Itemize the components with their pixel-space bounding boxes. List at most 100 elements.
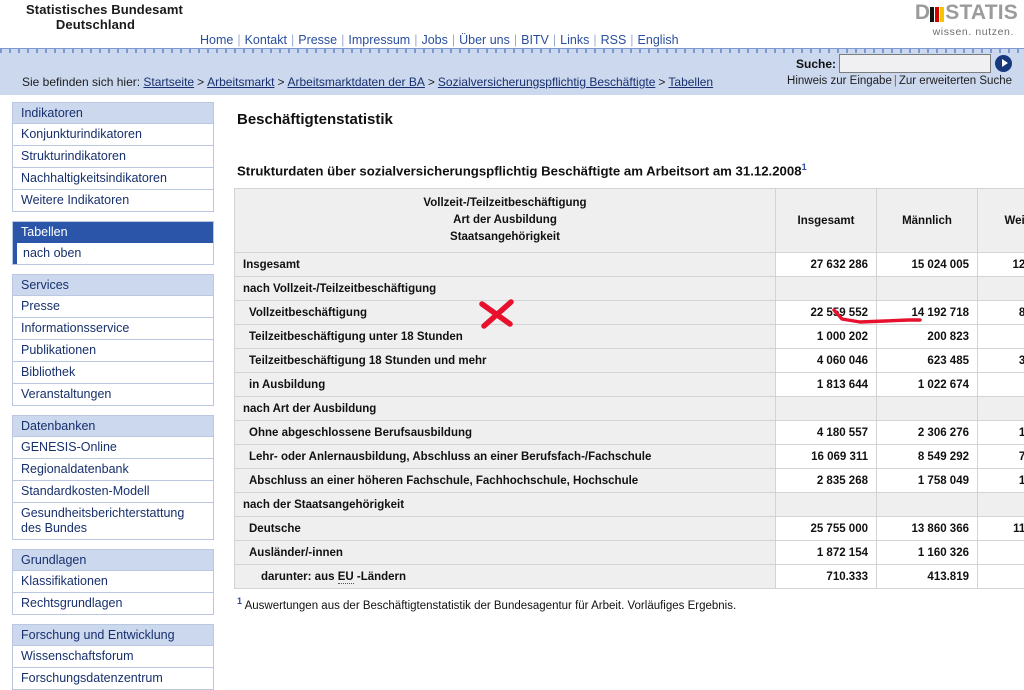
topnav-item-impressum[interactable]: Impressum: [348, 33, 410, 47]
page-root: Statistisches Bundesamt Deutschland Home…: [0, 0, 1024, 690]
table-row: Teilzeitbeschäftigung unter 18 Stunden 1 …: [234, 324, 1024, 350]
topnav-item-links[interactable]: Links: [560, 33, 589, 47]
sidebar-group-services: Services Presse Informationsservice Publika…: [12, 274, 214, 406]
sidebar-group-header-2[interactable]: Services: [13, 275, 213, 296]
row-value-empty: [775, 396, 877, 422]
sidebar-item-konjunkturindikatoren[interactable]: Konjunkturindikatoren: [13, 124, 213, 146]
topnav-item-jobs[interactable]: Jobs: [421, 33, 447, 47]
table-row: Insgesamt27 632 28615 024 00512 608 281: [234, 252, 1024, 278]
sidebar-item-nach-oben[interactable]: nach oben: [13, 243, 213, 265]
advanced-search-link[interactable]: Zur erweiterten Suche: [899, 75, 1012, 87]
sidebar-item-wissenschaftsforum[interactable]: Wissenschaftsforum: [13, 646, 213, 668]
breadcrumb[interactable]: Sie befinden sich hier: Startseite > Arbei…: [22, 75, 713, 89]
table-head: Vollzeit-/Teilzeitbeschäftigung Art der A…: [234, 188, 1024, 254]
row-value: 623 485: [876, 348, 978, 374]
topnav-item-rss[interactable]: RSS: [601, 33, 627, 47]
row-value: 25 755 000: [775, 516, 877, 542]
sidebar-item-weitere-indikatoren[interactable]: Weitere Indikatoren: [13, 190, 213, 212]
sidebar-group-header-1[interactable]: Tabellen: [13, 222, 213, 243]
nav-separator: |: [630, 33, 634, 47]
table-title: Strukturdaten über sozialversicherungspf…: [237, 162, 1012, 178]
row-label: Insgesamt: [234, 252, 776, 278]
breadcrumb-link-1[interactable]: Arbeitsmarkt: [207, 75, 274, 89]
top-navigation[interactable]: Home | Kontakt | Presse | Impressum | Jobs | Über …: [200, 33, 679, 47]
sidebar-item-presse[interactable]: Presse: [13, 296, 213, 318]
search-hint-link[interactable]: Hinweis zur Eingabe: [787, 75, 892, 87]
row-value-empty: [977, 396, 1024, 422]
sidebar-group-grundlagen: Grundlagen Klassifikationen Rechtsgrundlag…: [12, 549, 214, 615]
row-value-empty: [876, 396, 978, 422]
topnav-item-kontakt[interactable]: Kontakt: [245, 33, 287, 47]
row-value: 8 549 292: [876, 444, 978, 470]
sidebar-item-gesundheitsberichterstattung-des-bundes[interactable]: Gesundheitsberichterstattung des Bundes: [13, 503, 213, 540]
row-value: 11 894 634: [977, 516, 1024, 542]
sidebar-item-informationsservice[interactable]: Informationsservice: [13, 318, 213, 340]
table-row: nach der Staatsangehörigkeit: [234, 492, 1024, 518]
row-value: 4 060 046: [775, 348, 877, 374]
row-value: 16 069 311: [775, 444, 877, 470]
sidebar-item-bibliothek[interactable]: Bibliothek: [13, 362, 213, 384]
breadcrumb-separator: >: [658, 75, 666, 89]
abbreviation: EU: [337, 570, 354, 584]
sidebar-group-header-3[interactable]: Datenbanken: [13, 416, 213, 437]
sidebar-item-genesis-online[interactable]: GENESIS-Online: [13, 437, 213, 459]
topnav-item--ber-uns[interactable]: Über uns: [459, 33, 510, 47]
row-value: 711 828: [977, 540, 1024, 566]
german-flag-icon: [930, 3, 945, 25]
breadcrumb-link-4[interactable]: Tabellen: [668, 75, 713, 89]
row-value: 1 022 674: [876, 372, 978, 398]
sidebar-group-forschung-und-entwicklung: Forschung und Entwicklung Wissenschaftsfo…: [12, 624, 214, 690]
site-header: Statistisches Bundesamt Deutschland Home…: [0, 0, 1024, 48]
search-input[interactable]: [839, 54, 991, 73]
breadcrumb-search-band: Sie befinden sich hier: Startseite > Arbei…: [0, 48, 1024, 96]
sidebar-group-header-4[interactable]: Grundlagen: [13, 550, 213, 571]
sidebar-item-forschungsdatenzentrum[interactable]: Forschungsdatenzentrum: [13, 668, 213, 690]
row-value: 413.819: [876, 564, 978, 590]
breadcrumb-prefix: Sie befinden sich hier:: [22, 75, 144, 89]
sidebar-item-regionaldatenbank[interactable]: Regionaldatenbank: [13, 459, 213, 481]
nav-separator: |: [552, 33, 557, 47]
row-value: 2 835 268: [775, 468, 877, 494]
topnav-item-home[interactable]: Home: [200, 33, 233, 47]
row-value: 790 970: [977, 372, 1024, 398]
breadcrumb-separator: >: [277, 75, 285, 89]
sidebar-navigation[interactable]: Indikatoren Konjunkturindikatoren Struktur…: [12, 102, 214, 690]
table-row: nach Vollzeit-/Teilzeitbeschäftigung: [234, 276, 1024, 302]
breadcrumb-link-3[interactable]: Sozialversicherungspflichtig Beschäftigt…: [438, 75, 655, 89]
table-title-text: Strukturdaten über sozialversicherungspf…: [237, 163, 802, 179]
sidebar-item-veranstaltungen[interactable]: Veranstaltungen: [13, 384, 213, 406]
breadcrumb-separator: >: [197, 75, 205, 89]
nav-separator: |: [237, 33, 241, 47]
sidebar-item-klassifikationen[interactable]: Klassifikationen: [13, 571, 213, 593]
row-value-empty: [775, 276, 877, 302]
column-header-male: Männlich: [876, 188, 978, 254]
search-box[interactable]: Suche:: [796, 54, 1012, 73]
column-header-line-0: Vollzeit-/Teilzeitbeschäftigung: [423, 197, 587, 210]
search-submit-button[interactable]: [995, 55, 1012, 72]
row-label: Deutsche: [234, 516, 776, 542]
breadcrumb-link-0[interactable]: Startseite: [143, 75, 194, 89]
sidebar-item-nachhaltigkeitsindikatoren[interactable]: Nachhaltigkeitsindikatoren: [13, 168, 213, 190]
sidebar-group-header-5[interactable]: Forschung und Entwicklung: [13, 625, 213, 646]
row-label: Lehr- oder Anlernausbildung, Abschluss a…: [234, 444, 776, 470]
row-label: Vollzeitbeschäftigung: [234, 300, 776, 326]
topnav-item-bitv[interactable]: BITV: [521, 33, 549, 47]
topnav-item-english[interactable]: English: [638, 33, 679, 47]
sidebar-item-standardkosten-modell[interactable]: Standardkosten-Modell: [13, 481, 213, 503]
sidebar-item-rechtsgrundlagen[interactable]: Rechtsgrundlagen: [13, 593, 213, 615]
sidebar-item-strukturindikatoren[interactable]: Strukturindikatoren: [13, 146, 213, 168]
row-value: 296.514: [977, 564, 1024, 590]
sidebar-group-header-0[interactable]: Indikatoren: [13, 103, 213, 124]
table-footnote: 1 Auswertungen aus der Beschäftigtenstat…: [237, 596, 1012, 612]
nav-separator: |: [290, 33, 295, 47]
nav-separator: |: [593, 33, 597, 47]
search-help-links[interactable]: Hinweis zur Eingabe | Zur erweiterten Such…: [787, 75, 1012, 87]
row-label: Abschluss an einer höheren Fachschule, F…: [234, 468, 776, 494]
row-value-empty: [775, 492, 877, 518]
row-value: 1 813 644: [775, 372, 877, 398]
row-label: Ohne abgeschlossene Berufsausbildung: [234, 420, 776, 446]
breadcrumb-link-2[interactable]: Arbeitsmarktdaten der BA: [288, 75, 425, 89]
topnav-item-presse[interactable]: Presse: [298, 33, 337, 47]
destatis-logo: D STATIS wissen. nutzen.: [868, 2, 1018, 39]
sidebar-item-publikationen[interactable]: Publikationen: [13, 340, 213, 362]
